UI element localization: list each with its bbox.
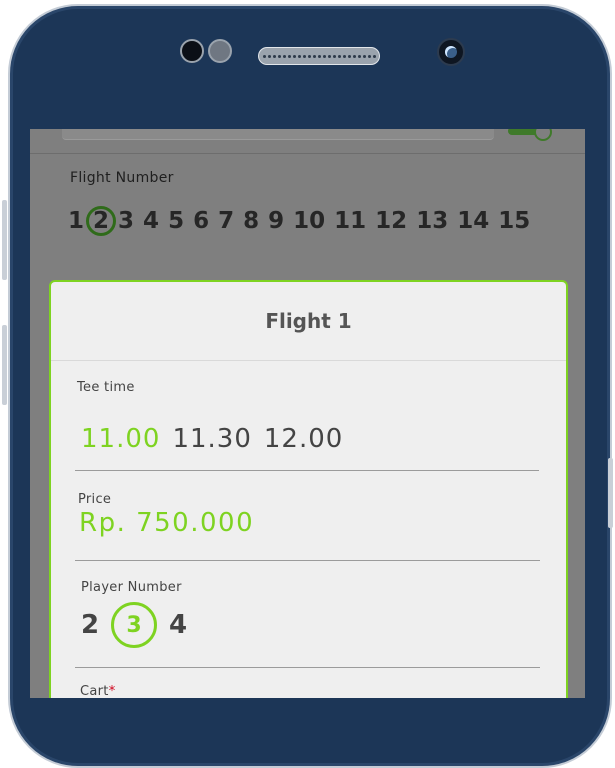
- flight-number-option[interactable]: 6: [193, 207, 209, 235]
- flight-number-option[interactable]: 9: [268, 207, 284, 235]
- price-value: Rp. 750.000: [79, 508, 255, 538]
- flight-number-selector: 1 2 3 4 5 6 7 8 9 10 11 12 13 14 15: [68, 207, 539, 235]
- flight-number-option[interactable]: 1: [68, 207, 84, 235]
- flight-number-option[interactable]: 2: [93, 207, 109, 235]
- price-label: Price: [78, 492, 112, 507]
- divider: [75, 470, 539, 471]
- app-screen: Flight Number 1 2 3 4 5 6 7 8 9 10 11 12 13 14 15 Flig…: [30, 129, 585, 698]
- tee-time-options: 11.00 11.30 12.00: [81, 424, 343, 454]
- flight-dialog: Flight 1 Tee time 11.00 11.30 12.00 Price …: [49, 280, 568, 698]
- flight-number-option[interactable]: 13: [416, 207, 448, 235]
- flight-number-option[interactable]: 10: [293, 207, 325, 235]
- divider: [30, 153, 585, 154]
- sensor-icon: [208, 39, 232, 63]
- front-camera-icon: [437, 38, 465, 66]
- player-number-options: 234: [79, 602, 189, 648]
- flight-number-option[interactable]: 12: [375, 207, 407, 235]
- power-button: [608, 458, 613, 528]
- flight-number-label: Flight Number: [70, 170, 174, 186]
- volume-button: [2, 200, 7, 280]
- player-number-option[interactable]: 2: [79, 610, 101, 640]
- dialog-title: Flight 1: [51, 282, 566, 361]
- speaker-grille: [258, 47, 380, 65]
- required-mark: *: [108, 684, 116, 698]
- flight-number-option[interactable]: 11: [334, 207, 366, 235]
- top-toggle[interactable]: [508, 129, 552, 141]
- top-input-field[interactable]: [62, 129, 494, 140]
- divider: [75, 667, 540, 668]
- tee-time-option[interactable]: 11.00: [81, 424, 160, 454]
- sensor-icon: [180, 39, 204, 63]
- cart-label-text: Cart: [80, 684, 109, 698]
- flight-number-option[interactable]: 4: [143, 207, 159, 235]
- player-number-option[interactable]: 4: [167, 610, 189, 640]
- divider: [75, 560, 540, 561]
- tee-time-option[interactable]: 12.00: [264, 424, 343, 454]
- tee-time-label: Tee time: [77, 380, 135, 395]
- flight-number-option[interactable]: 3: [118, 207, 134, 235]
- volume-button: [2, 325, 7, 405]
- flight-number-option[interactable]: 5: [168, 207, 184, 235]
- flight-number-option[interactable]: 8: [243, 207, 259, 235]
- flight-number-option[interactable]: 7: [218, 207, 234, 235]
- player-number-option[interactable]: 3: [111, 602, 157, 648]
- tee-time-option[interactable]: 11.30: [172, 424, 251, 454]
- flight-number-option[interactable]: 14: [457, 207, 489, 235]
- cart-label: Cart*: [80, 684, 116, 698]
- flight-number-option[interactable]: 15: [498, 207, 530, 235]
- player-number-label: Player Number: [81, 580, 182, 595]
